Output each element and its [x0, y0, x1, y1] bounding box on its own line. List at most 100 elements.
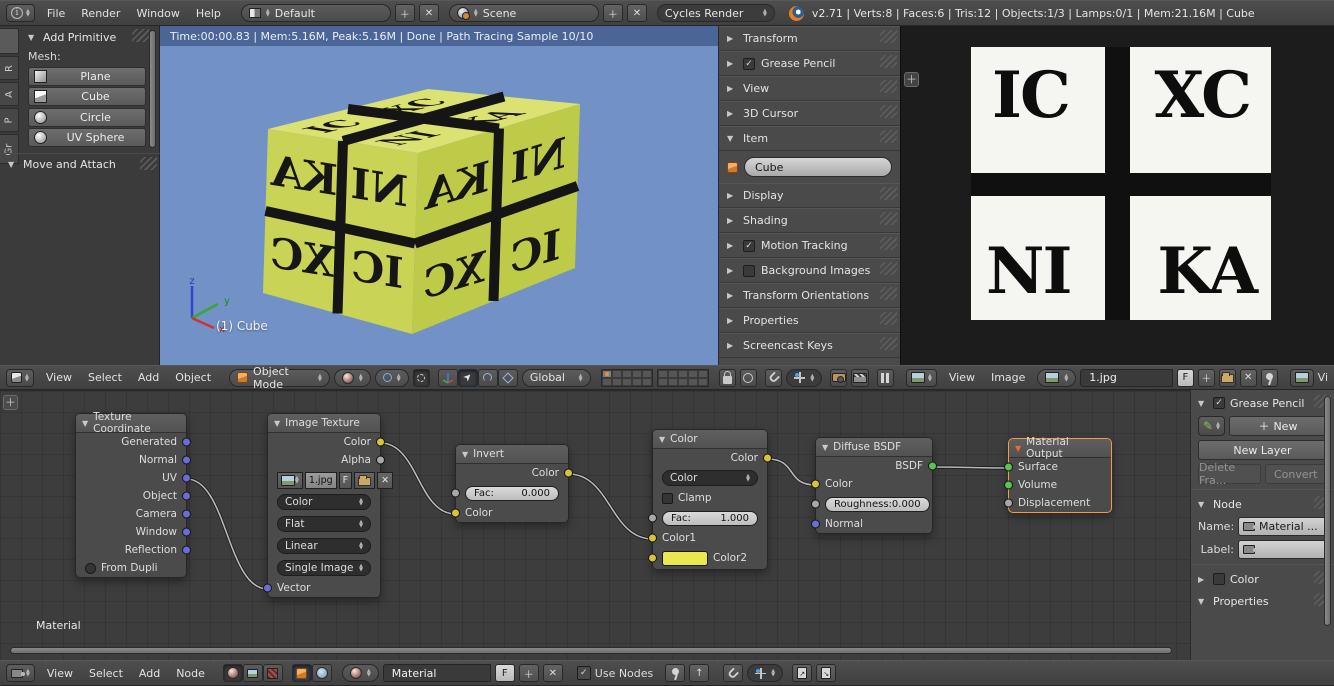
panel-drag-widget[interactable] [880, 312, 897, 325]
menu-view[interactable]: View [38, 369, 80, 386]
socket-r[interactable] [182, 510, 191, 519]
mesh-button-circle[interactable]: Circle [28, 108, 146, 127]
layers-block-2[interactable] [657, 369, 709, 387]
pivot-point-dropdown[interactable]: ▲▼ [375, 369, 409, 387]
from-dupli-checkbox[interactable] [85, 563, 96, 574]
menu-render[interactable]: Render [73, 5, 128, 22]
socket-l[interactable] [811, 520, 820, 529]
tool-shelf-tab-active[interactable] [0, 28, 19, 54]
layer-cell[interactable] [658, 370, 668, 378]
render-opengl-button[interactable] [830, 369, 847, 387]
panel-header-background-images[interactable]: ▶Background Images [719, 258, 900, 283]
mesh-button-cube[interactable]: Cube [28, 87, 146, 106]
value-slider[interactable]: Fac:1.000 [662, 511, 758, 526]
dropdown-linear[interactable]: Linear▲▼ [277, 538, 371, 554]
lock-to-scene-toggle[interactable] [719, 369, 736, 387]
layer-cell[interactable] [632, 378, 642, 386]
editor-type-button-view3d[interactable]: ▲▼ [6, 369, 34, 387]
add-scene-button[interactable]: ＋ [603, 4, 623, 22]
node-editor-hscrollbar[interactable] [10, 647, 1172, 654]
layer-cell[interactable] [642, 378, 652, 386]
layer-cell[interactable] [688, 378, 698, 386]
grease-pencil-checkbox[interactable]: ✓ [1213, 397, 1225, 409]
mode-dropdown[interactable]: Object Mode ▲▼ [229, 369, 330, 387]
paste-nodes-button[interactable]: ↘ [816, 664, 836, 682]
panel-drag-widget[interactable] [880, 105, 897, 118]
go-to-parent-tree-button[interactable]: ↑ [689, 664, 709, 682]
snap-element-dropdown[interactable]: ▲▼ [786, 369, 822, 387]
panel-drag-widget[interactable] [880, 337, 897, 350]
panel-drag-widget[interactable] [880, 237, 897, 250]
dropdown-single-image[interactable]: Single Image▲▼ [277, 560, 371, 576]
menu-node[interactable]: Node [168, 665, 213, 682]
open-image-button[interactable] [354, 472, 375, 489]
dropdown-color[interactable]: Color▲▼ [662, 470, 758, 486]
menu-view[interactable]: View [941, 369, 983, 386]
add-material-button[interactable]: ＋ [519, 664, 539, 682]
layer-cell[interactable] [642, 370, 652, 378]
panel-header-add-primitive[interactable]: ▼ Add Primitive [20, 26, 152, 48]
object-shader-toggle[interactable] [292, 664, 312, 682]
material-name-field[interactable]: Material [383, 664, 491, 682]
node-header[interactable]: ▼Color [653, 430, 767, 449]
node-output[interactable]: ▼Material OutputSurfaceVolumeDisplacemen… [1008, 438, 1112, 513]
panel-header-properties[interactable]: ▶Properties [719, 308, 900, 333]
mesh-button-plane[interactable]: Plane [28, 67, 146, 86]
menu-select[interactable]: Select [81, 665, 131, 682]
layer-cell[interactable] [668, 370, 678, 378]
layer-cell[interactable] [622, 378, 632, 386]
collapse-arrow-icon[interactable]: ▼ [462, 450, 468, 459]
scale-manipulator-toggle[interactable] [498, 369, 518, 387]
use-nodes-checkbox[interactable]: ✓ [577, 666, 591, 680]
rotate-manipulator-toggle[interactable] [478, 369, 498, 387]
unlink-material-button[interactable]: ✕ [543, 664, 563, 682]
layers-widget[interactable] [601, 369, 709, 387]
open-image-button[interactable] [1219, 369, 1236, 387]
node-label-field[interactable] [1238, 540, 1327, 559]
layer-cell[interactable] [658, 378, 668, 386]
snap-toggle[interactable] [723, 664, 743, 682]
uv-image-editor[interactable]: IC XC NI KA ＋ [900, 26, 1334, 365]
panel-header-grease-pencil[interactable]: ▼ ✓ Grease Pencil [1191, 392, 1334, 414]
snap-toggle[interactable] [765, 369, 782, 387]
layer-cell[interactable] [602, 378, 612, 386]
image-name-field[interactable]: 1.jpg [1080, 369, 1173, 387]
layer-cell[interactable] [602, 370, 612, 378]
fake-user-button[interactable]: F [495, 664, 515, 682]
dropdown-flat[interactable]: Flat▲▼ [277, 516, 371, 532]
menu-view[interactable]: View [39, 665, 81, 682]
pause-button[interactable] [877, 369, 894, 387]
layer-cell[interactable] [698, 370, 708, 378]
panel-header-display[interactable]: ▶Display [719, 183, 900, 208]
editor-type-button-node[interactable]: ▲▼ [6, 664, 35, 682]
add-layout-button[interactable]: ＋ [395, 4, 415, 22]
layer-cell[interactable] [612, 378, 622, 386]
socket-l[interactable] [451, 509, 460, 518]
layer-cell[interactable] [688, 370, 698, 378]
mesh-button-uv-sphere[interactable]: UV Sphere [28, 128, 146, 147]
color-swatch[interactable] [662, 551, 708, 566]
node-header[interactable]: ▼Diffuse BSDF [816, 438, 932, 457]
socket-r[interactable] [182, 474, 191, 483]
background-images-checkbox[interactable] [743, 265, 755, 277]
screen-layout-selector[interactable]: ▲▼ Default [241, 4, 391, 22]
node-header[interactable]: ▼Invert [456, 445, 568, 464]
socket-r[interactable] [763, 454, 772, 463]
world-shader-toggle[interactable] [312, 664, 332, 682]
pin-button[interactable] [665, 664, 685, 682]
object-name-field[interactable]: Cube [744, 157, 892, 177]
panel-header-properties[interactable]: ▼ Properties [1191, 590, 1334, 612]
tool-shelf-tab-r[interactable]: R [0, 56, 19, 80]
delete-frame-button[interactable]: Delete Fra... [1198, 464, 1261, 484]
panel-drag-widget[interactable] [880, 262, 897, 275]
fake-user-button[interactable]: F [339, 472, 352, 489]
socket-r[interactable] [182, 492, 191, 501]
panel-drag-widget[interactable] [140, 157, 157, 170]
pin-button[interactable] [1261, 369, 1278, 387]
panel-header-transform-orientations[interactable]: ▶Transform Orientations [719, 283, 900, 308]
grease-pencil-source-dropdown[interactable]: ✎ ▲▼ [1198, 416, 1225, 436]
socket-l[interactable] [811, 480, 820, 489]
transform-orientation-dropdown[interactable]: Global ▲▼ [522, 369, 591, 387]
panel-header-motion-tracking[interactable]: ▶✓Motion Tracking [719, 233, 900, 258]
menu-image[interactable]: Image [983, 369, 1033, 386]
